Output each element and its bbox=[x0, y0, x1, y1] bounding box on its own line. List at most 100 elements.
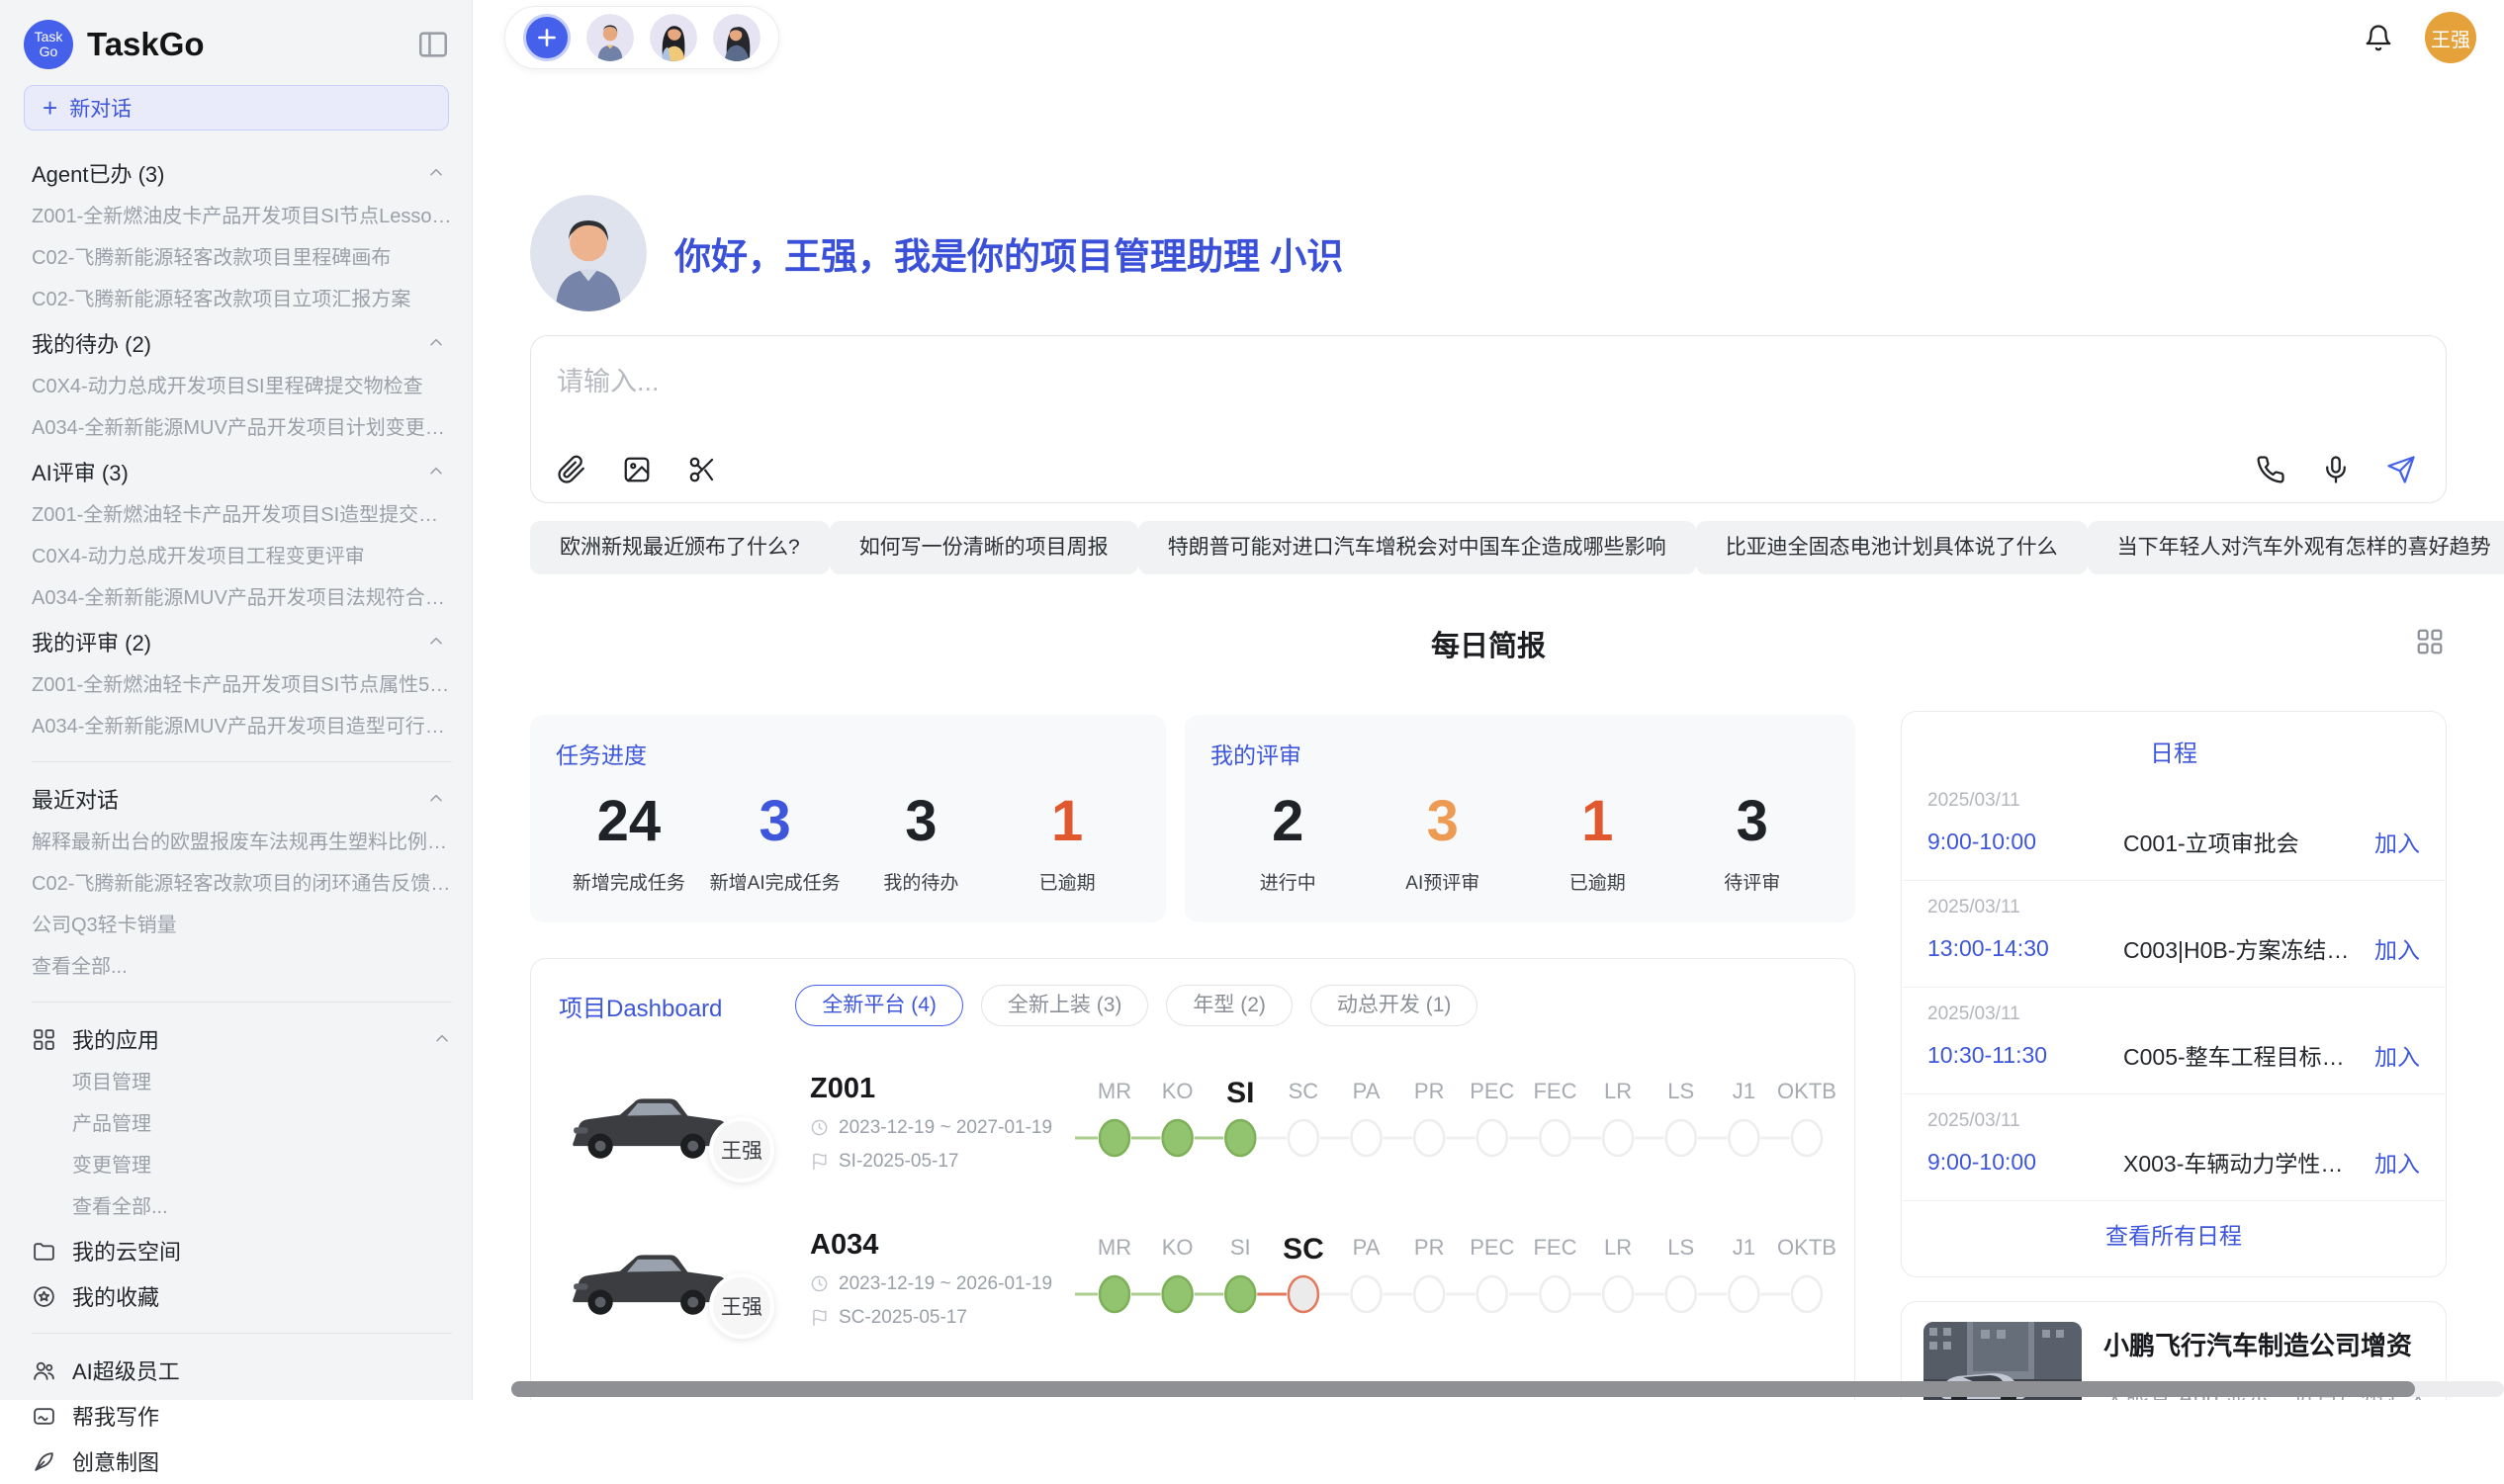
view-all-schedule-link[interactable]: 查看所有日程 bbox=[1902, 1201, 2446, 1266]
clock-icon bbox=[810, 1118, 829, 1137]
main-area: 王强 你好，王强，我是你的项目管理助理 小识 请输入... bbox=[473, 0, 2504, 1400]
sidebar-item[interactable]: C0X4-动力总成开发项目SI里程碑提交物检查 bbox=[32, 366, 452, 407]
svg-text:FEC: FEC bbox=[1533, 1079, 1576, 1103]
flag-icon bbox=[810, 1308, 829, 1327]
svg-text:SC: SC bbox=[1283, 1233, 1324, 1266]
tab-new-platform[interactable]: 全新平台 (4) bbox=[795, 985, 963, 1026]
svg-text:LS: LS bbox=[1667, 1235, 1694, 1260]
dashboard-title: 项目Dashboard bbox=[559, 989, 722, 1023]
svg-text:OKTB: OKTB bbox=[1777, 1079, 1836, 1103]
sidebar-my-apps[interactable]: 我的应用 bbox=[32, 1016, 452, 1062]
suggestion-chip[interactable]: 欧洲新规最近颁布了什么? bbox=[530, 521, 830, 574]
stat-pending-review: 3 待评审 bbox=[1675, 788, 1831, 895]
svg-text:OKTB: OKTB bbox=[1777, 1235, 1836, 1260]
svg-text:KO: KO bbox=[1162, 1235, 1194, 1260]
recent-view-all[interactable]: 查看全部... bbox=[32, 946, 452, 988]
tab-new-body[interactable]: 全新上装 (3) bbox=[981, 985, 1149, 1026]
sidebar-item[interactable]: Z001-全新燃油皮卡产品开发项目SI节点Lesson Learn报告 bbox=[32, 196, 452, 237]
milestone-chain-svg: MRKOSISCPAPRPECFECLRLSJ1OKTB bbox=[1075, 1061, 1846, 1179]
stat-overdue: 1 已逾期 bbox=[994, 788, 1140, 895]
svg-text:J1: J1 bbox=[1733, 1079, 1755, 1103]
writing-box-icon bbox=[32, 1404, 56, 1429]
send-icon[interactable] bbox=[2386, 455, 2416, 484]
horizontal-scrollbar-track[interactable] bbox=[511, 1381, 2504, 1397]
sidebar-section-my-todo[interactable]: 我的待办 (2) bbox=[32, 320, 452, 366]
sidebar-cloud-space[interactable]: 我的云空间 bbox=[32, 1228, 452, 1273]
schedule-time: 10:30-11:30 bbox=[1927, 1042, 2123, 1069]
svg-text:LR: LR bbox=[1604, 1235, 1632, 1260]
sidebar-section-ai-review[interactable]: AI评审 (3) bbox=[32, 449, 452, 494]
sidebar-section-recent[interactable]: 最近对话 bbox=[32, 776, 452, 822]
app-logo-text-bottom: Go bbox=[40, 44, 58, 59]
sidebar-item[interactable]: A034-全新新能源MUV产品开发项目计划变更表编写 bbox=[32, 407, 452, 449]
chat-input[interactable]: 请输入... bbox=[557, 360, 660, 398]
suggestion-chip[interactable]: 当下年轻人对汽车外观有怎样的喜好趋势 bbox=[2088, 521, 2504, 574]
suggestion-chip[interactable]: 比亚迪全固态电池计划具体说了什么 bbox=[1696, 521, 2088, 574]
project-date-range: 2023-12-19 ~ 2026-01-19 bbox=[839, 1273, 1052, 1295]
schedule-name: C003|H0B-方案冻结评审 bbox=[2123, 931, 2361, 965]
people-icon bbox=[32, 1358, 56, 1383]
help-write-label: 帮我写作 bbox=[72, 1400, 159, 1432]
tab-year-model[interactable]: 年型 (2) bbox=[1166, 985, 1293, 1026]
project-row-z001[interactable]: 王强 Z001 2023-12-19 ~ 2027-01-19 SI-2025-… bbox=[531, 1044, 1854, 1200]
sidebar-item[interactable]: Z001-全新燃油轻卡产品开发项目SI节点属性5D文件评审 bbox=[32, 664, 452, 706]
join-link[interactable]: 加入 bbox=[2374, 1145, 2420, 1178]
project-code: Z001 bbox=[810, 1073, 1075, 1105]
collapse-sidebar-icon[interactable] bbox=[416, 28, 450, 61]
app-item-change-mgmt[interactable]: 变更管理 bbox=[32, 1145, 452, 1186]
join-link[interactable]: 加入 bbox=[2374, 825, 2420, 858]
sidebar-item[interactable]: C0X4-动力总成开发项目工程变更评审 bbox=[32, 536, 452, 577]
sidebar-item[interactable]: Z001-全新燃油轻卡产品开发项目SI造型提交物评审 bbox=[32, 494, 452, 536]
horizontal-scrollbar-thumb[interactable] bbox=[511, 1381, 2415, 1397]
section-label: AI评审 (3) bbox=[32, 456, 129, 487]
new-chat-button[interactable]: + 新对话 bbox=[24, 85, 449, 131]
stat-review-overdue: 1 已逾期 bbox=[1520, 788, 1675, 895]
sidebar-creative-draw[interactable]: 创意制图 bbox=[32, 1439, 452, 1484]
project-code: A034 bbox=[810, 1229, 1075, 1262]
recent-conversation-item[interactable]: 解释最新出台的欧盟报废车法规再生塑料比例被调至15%... bbox=[32, 822, 452, 863]
daily-briefing-title: 每日简报 bbox=[1431, 631, 1546, 662]
chevron-up-icon bbox=[426, 163, 446, 183]
scissors-icon[interactable] bbox=[687, 455, 717, 484]
cloud-space-label: 我的云空间 bbox=[72, 1235, 181, 1266]
tab-powertrain[interactable]: 动总开发 (1) bbox=[1310, 985, 1478, 1026]
apps-view-all[interactable]: 查看全部... bbox=[32, 1186, 452, 1228]
schedule-date: 2025/03/11 bbox=[1927, 897, 2420, 918]
join-link[interactable]: 加入 bbox=[2374, 931, 2420, 965]
svg-text:FEC: FEC bbox=[1533, 1235, 1576, 1260]
sidebar-item[interactable]: C02-飞腾新能源轻客改款项目里程碑画布 bbox=[32, 237, 452, 279]
sidebar-favorites[interactable]: 我的收藏 bbox=[32, 1273, 452, 1319]
app-item-project-mgmt[interactable]: 项目管理 bbox=[32, 1062, 452, 1103]
stat-in-progress: 2 进行中 bbox=[1210, 788, 1366, 895]
microphone-icon[interactable] bbox=[2321, 455, 2351, 484]
recent-conversation-item[interactable]: 公司Q3轻卡销量 bbox=[32, 905, 452, 946]
schedule-item: 2025/03/11 10:30-11:30 C005-整车工程目标评审 加入 bbox=[1902, 988, 2446, 1094]
sidebar-item[interactable]: A034-全新新能源MUV产品开发项目法规符合性评审 bbox=[32, 577, 452, 619]
new-chat-label: 新对话 bbox=[69, 93, 132, 123]
chevron-up-icon bbox=[426, 789, 446, 809]
sidebar-ai-employee[interactable]: AI超级员工 bbox=[32, 1348, 452, 1393]
task-progress-title: 任务进度 bbox=[556, 737, 1140, 770]
sidebar-section-my-review[interactable]: 我的评审 (2) bbox=[32, 619, 452, 664]
svg-text:SI: SI bbox=[1230, 1235, 1251, 1260]
layout-grid-icon[interactable] bbox=[2415, 627, 2445, 656]
sidebar-item[interactable]: C02-飞腾新能源轻客改款项目立项汇报方案 bbox=[32, 279, 452, 320]
suggestion-chip[interactable]: 特朗普可能对进口汽车增税会对中国车企造成哪些影响 bbox=[1138, 521, 1696, 574]
image-icon[interactable] bbox=[622, 455, 652, 484]
join-link[interactable]: 加入 bbox=[2374, 1038, 2420, 1072]
star-badge-icon bbox=[32, 1284, 56, 1309]
app-item-product-mgmt[interactable]: 产品管理 bbox=[32, 1103, 452, 1145]
attach-icon[interactable] bbox=[557, 455, 586, 484]
schedule-time: 9:00-10:00 bbox=[1927, 829, 2123, 855]
phone-icon[interactable] bbox=[2256, 455, 2285, 484]
task-progress-card: 任务进度 24 新增完成任务 3 新增AI完成任务 3 我的待办 1 已逾期 bbox=[530, 715, 1166, 922]
sidebar-item[interactable]: A034-全新新能源MUV产品开发项目造型可行性评审 bbox=[32, 706, 452, 747]
sidebar-section-agent-done[interactable]: Agent已办 (3) bbox=[32, 150, 452, 196]
recent-conversation-item[interactable]: C02-飞腾新能源轻客改款项目的闭环通告反馈情况 bbox=[32, 863, 452, 905]
suggestion-chip[interactable]: 如何写一份清晰的项目周报 bbox=[830, 521, 1138, 574]
my-apps-label: 我的应用 bbox=[72, 1023, 159, 1055]
svg-text:PA: PA bbox=[1353, 1235, 1381, 1260]
daily-briefing-header: 每日简报 bbox=[530, 623, 2447, 664]
chevron-up-icon bbox=[426, 462, 446, 481]
project-row-a034[interactable]: 王强 A034 2023-12-19 ~ 2026-01-19 SC-2025-… bbox=[531, 1200, 1854, 1356]
